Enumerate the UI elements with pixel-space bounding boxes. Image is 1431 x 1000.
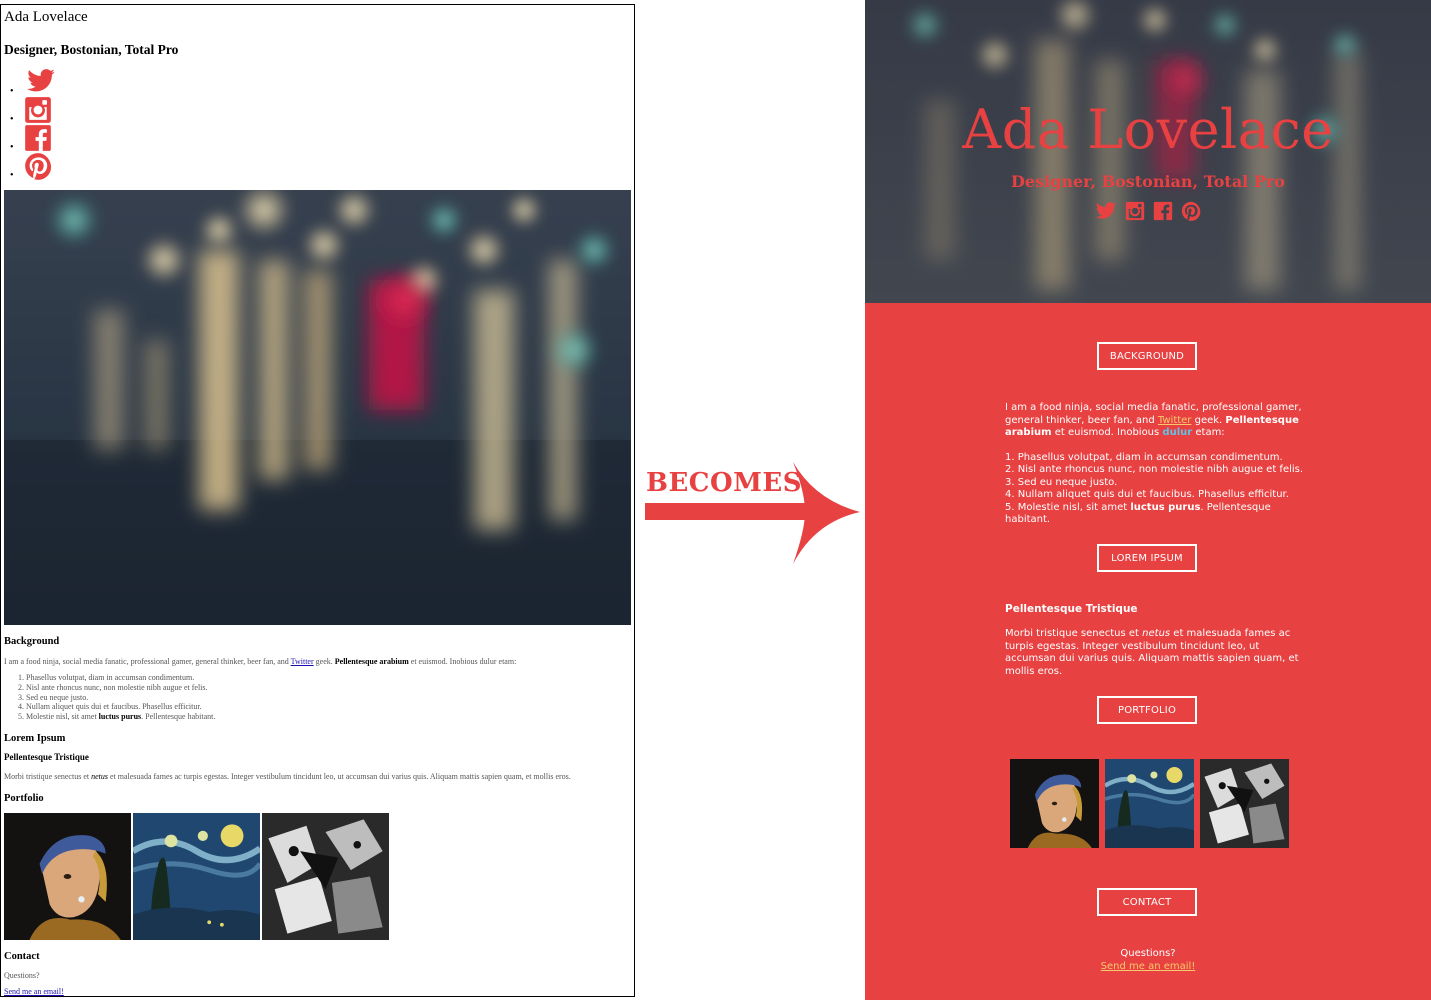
social-item-twitter[interactable]: •	[4, 66, 631, 97]
about-paragraph: I am a food ninja, social media fanatic,…	[1005, 402, 1302, 438]
artwork-girl-with-pearl-earring[interactable]	[4, 812, 131, 940]
contact-question: Questions?	[4, 970, 40, 980]
lorem-paragraph: Morbi tristique senectus et netus et mal…	[4, 771, 571, 781]
hero-title: Ada Lovelace	[962, 98, 1334, 161]
contact-section-button[interactable]: CONTACT	[1097, 888, 1197, 916]
twitter-link[interactable]: Twitter	[291, 657, 314, 666]
contact-block: Questions? Send me an email!	[865, 948, 1431, 973]
background-section-button[interactable]: BACKGROUND	[1097, 342, 1197, 370]
highlight-text: dulur	[1162, 427, 1193, 438]
portfolio-gallery	[4, 812, 631, 940]
instagram-icon[interactable]	[1125, 200, 1145, 222]
twitter-link[interactable]: Twitter	[1158, 415, 1192, 426]
list-item: Nullam aliquet quis dui et faucibus. Pha…	[26, 702, 631, 712]
hero-social-links	[865, 200, 1431, 222]
section-heading-background: Background	[4, 636, 60, 647]
list-item: 3. Sed eu neque justo.	[1005, 476, 1118, 488]
list-item: 5. Molestie nisl, sit amet luctus purus.…	[1005, 501, 1271, 526]
list-item: 1. Phasellus volutpat, diam in accumsan …	[1005, 451, 1283, 463]
list-item: 4. Nullam aliquet quis dui et faucibus. …	[1005, 489, 1289, 500]
hero-tagline: Designer, Bostonian, Total Pro	[1011, 172, 1285, 191]
instagram-icon[interactable]	[24, 96, 52, 124]
section-heading-contact: Contact	[4, 950, 40, 962]
social-item-instagram[interactable]: •	[4, 96, 631, 125]
lorem-subheading: Pellentesque Tristique	[4, 751, 89, 762]
artwork-starry-night[interactable]	[133, 812, 260, 940]
twitter-icon[interactable]	[24, 66, 58, 96]
artwork-starry-night[interactable]	[1105, 759, 1194, 848]
email-link[interactable]: Send me an email!	[4, 987, 64, 996]
unstyled-page-preview: Ada Lovelace Designer, Bostonian, Total …	[0, 4, 635, 997]
portfolio-gallery	[1010, 759, 1289, 848]
lorem-paragraph: Morbi tristique senectus et netus et mal…	[1005, 628, 1299, 677]
list-item: Phasellus volutpat, diam in accumsan con…	[26, 673, 631, 683]
contact-question: Questions?	[1120, 948, 1176, 959]
about-list: 1. Phasellus volutpat, diam in accumsan …	[1005, 452, 1305, 527]
social-item-facebook[interactable]: •	[4, 124, 631, 153]
lorem-subheading: Pellentesque Tristique	[1005, 603, 1138, 615]
social-links: • • • •	[4, 66, 631, 181]
page-tagline: Designer, Bostonian, Total Pro	[4, 42, 179, 57]
artwork-girl-with-pearl-earring[interactable]	[1010, 759, 1099, 848]
about-paragraph: I am a food ninja, social media fanatic,…	[4, 657, 517, 666]
list-item: 2. Nisl ante rhoncus nunc, non molestie …	[1005, 464, 1304, 475]
facebook-icon[interactable]	[24, 124, 52, 152]
email-link[interactable]: Send me an email!	[1101, 961, 1196, 972]
pinterest-icon[interactable]	[1181, 200, 1201, 222]
list-item: Nisl ante rhoncus nunc, non molestie nib…	[26, 683, 631, 693]
section-heading-lorem: Lorem Ipsum	[4, 732, 66, 744]
hero-banner: Ada Lovelace Designer, Bostonian, Total …	[865, 0, 1431, 303]
about-block: I am a food ninja, social media fanatic,…	[1005, 402, 1305, 527]
pinterest-icon[interactable]	[24, 152, 52, 180]
lorem-section-button[interactable]: LOREM IPSUM	[1097, 544, 1197, 572]
styled-page-preview: Ada Lovelace Designer, Bostonian, Total …	[865, 0, 1431, 1000]
list-item: Molestie nisl, sit amet luctus purus. Pe…	[26, 712, 631, 722]
artwork-guernica[interactable]	[262, 812, 389, 940]
about-list: Phasellus volutpat, diam in accumsan con…	[4, 673, 631, 722]
social-item-pinterest[interactable]: •	[4, 152, 631, 181]
section-heading-portfolio: Portfolio	[4, 792, 44, 804]
list-item: Sed eu neque justo.	[26, 693, 631, 703]
hero-image	[4, 190, 631, 625]
becomes-label: BECOMES	[646, 468, 803, 498]
portfolio-section-button[interactable]: PORTFOLIO	[1097, 696, 1197, 724]
facebook-icon[interactable]	[1153, 200, 1173, 222]
twitter-icon[interactable]	[1095, 200, 1117, 222]
page-title: Ada Lovelace	[4, 9, 88, 25]
artwork-guernica[interactable]	[1200, 759, 1289, 848]
